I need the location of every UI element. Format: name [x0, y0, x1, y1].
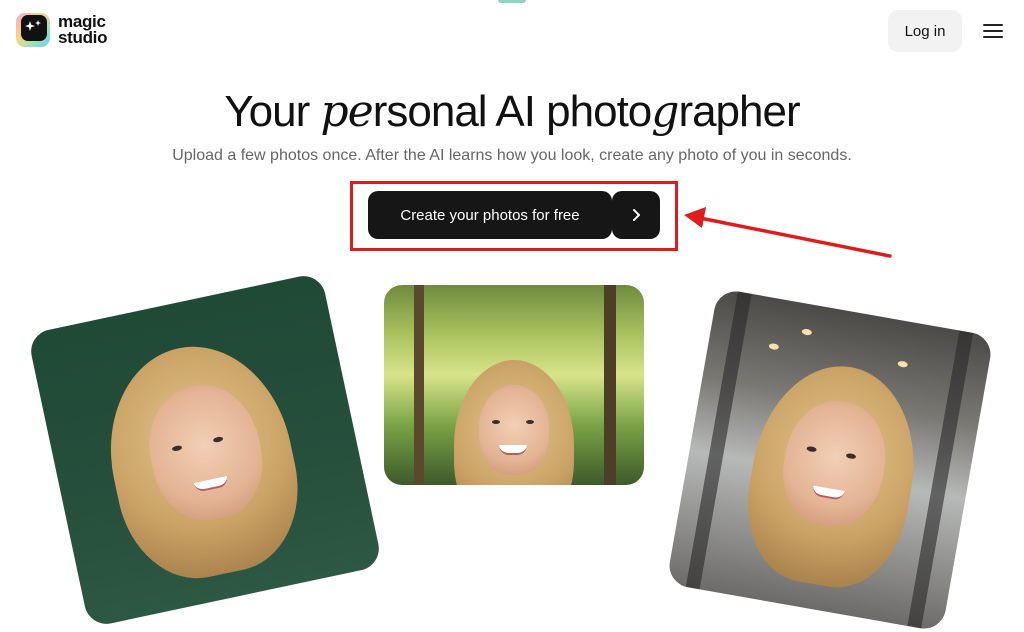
sparkle-logo-icon — [16, 13, 50, 47]
hero-title-part2: rsonal AI photo — [372, 87, 653, 136]
sample-photo-right — [666, 287, 994, 632]
log-in-button[interactable]: Log in — [888, 10, 962, 52]
hero-title-accent2: g — [651, 86, 679, 137]
hero-title: Your personal AI photographer — [0, 86, 1024, 137]
hero-title-accent: pe — [320, 86, 374, 137]
hero-subtitle: Upload a few photos once. After the AI l… — [172, 147, 852, 164]
sample-photo-center — [384, 285, 644, 485]
logo-wordmark: magic studio — [58, 13, 108, 47]
top-accent-strip — [498, 0, 526, 3]
sample-photo-left — [27, 272, 383, 628]
hero-title-part3: rapher — [678, 87, 800, 136]
hero-title-part1: Your — [224, 87, 321, 136]
logo-text-line2: studio — [58, 28, 108, 47]
create-photos-button[interactable]: Create your photos for free — [368, 191, 612, 239]
top-navigation-bar: magic studio Log in — [0, 0, 1024, 70]
magic-studio-logo[interactable]: magic studio — [16, 13, 108, 47]
chevron-right-icon — [633, 209, 640, 221]
hamburger-menu-icon[interactable] — [980, 21, 1006, 41]
cta-arrow-button[interactable] — [612, 191, 660, 239]
